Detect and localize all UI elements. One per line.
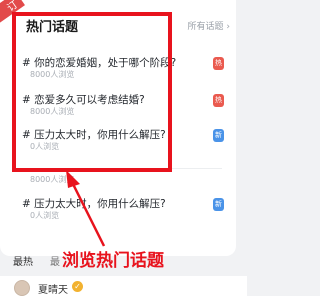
annotation-label: 浏览热门话题: [62, 251, 164, 271]
tab-newest[interactable]: 最: [50, 253, 60, 268]
topic-view-count: 0人浏览: [30, 211, 60, 220]
user-name[interactable]: 夏晴天: [38, 281, 68, 296]
new-tag: 新: [213, 198, 224, 211]
verified-icon: ✓: [72, 281, 83, 292]
all-topics-link[interactable]: 所有话题 ›: [188, 19, 230, 32]
tab-hottest[interactable]: 最热: [13, 253, 33, 268]
highlight-box: [12, 12, 172, 172]
topic-title: # 压力太大时，你用什么解压?: [22, 198, 166, 210]
new-tag: 新: [213, 129, 224, 142]
hot-tag: 热: [213, 57, 224, 70]
avatar[interactable]: [14, 280, 30, 296]
hot-tag: 热: [213, 94, 224, 107]
topic-view-count: 8000人浏览: [30, 175, 75, 184]
user-row[interactable]: 夏晴天 ✓: [0, 276, 247, 296]
